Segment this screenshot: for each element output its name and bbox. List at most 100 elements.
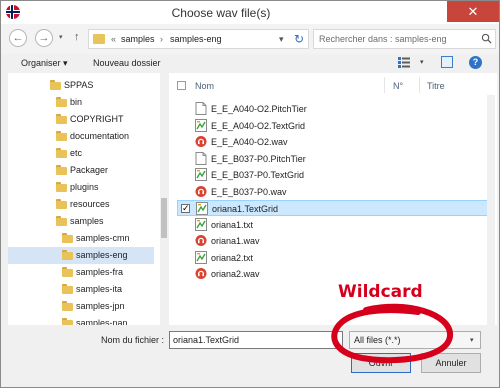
tree-item-label: resources xyxy=(70,199,110,209)
column-label: Nom xyxy=(195,81,215,91)
file-row[interactable]: E_E_B037-P0.wav xyxy=(177,184,495,200)
folder-icon xyxy=(62,318,73,325)
folder-icon xyxy=(56,131,67,141)
tree-item-label: etc xyxy=(70,148,83,158)
column-divider[interactable] xyxy=(419,77,420,93)
file-row[interactable]: E_E_A040-O2.TextGrid xyxy=(177,118,495,134)
tree-item-plugins[interactable]: plugins xyxy=(8,179,154,196)
tree-item-samples[interactable]: samples xyxy=(8,213,154,230)
file-name: oriana1.TextGrid xyxy=(212,204,279,214)
tree-item-samples-fra[interactable]: samples-fra xyxy=(8,264,154,281)
scrollbar-thumb[interactable] xyxy=(161,198,167,238)
tree-item-label: samples-fra xyxy=(76,267,124,277)
tree-item-label: samples-jpn xyxy=(76,301,125,311)
column-header-name[interactable]: Nom xyxy=(189,73,384,95)
view-options-icon[interactable] xyxy=(398,57,410,68)
back-button[interactable]: ← xyxy=(9,29,27,47)
filename-field[interactable]: oriana1.TextGrid xyxy=(169,331,343,349)
search-box[interactable]: Rechercher dans : samples-eng xyxy=(313,29,496,49)
breadcrumb-samples-eng[interactable]: samples-eng xyxy=(170,34,222,44)
file-row[interactable]: E_E_B037-P0.PitchTier xyxy=(177,151,495,167)
file-row[interactable]: E_E_B037-P0.TextGrid xyxy=(177,167,495,183)
file-name: E_E_B037-P0.wav xyxy=(211,186,287,197)
file-name: oriana2.wav xyxy=(211,269,260,279)
preview-pane-icon[interactable] xyxy=(441,56,453,68)
folder-icon xyxy=(50,80,61,90)
breadcrumb-separator: › xyxy=(160,34,163,44)
tree-item-label: Packager xyxy=(70,165,109,175)
textgrid-file-icon xyxy=(195,250,207,264)
folder-icon xyxy=(62,284,73,294)
tree-item-label: samples xyxy=(70,216,104,226)
title-bar: Choose wav file(s) ✕ xyxy=(1,1,499,24)
tree-item-etc[interactable]: etc xyxy=(8,145,154,162)
chevron-down-icon: ▾ xyxy=(470,337,474,344)
tree-item-label: SPPAS xyxy=(64,80,94,90)
refresh-icon[interactable]: ↻ xyxy=(294,32,304,46)
tree-scrollbar[interactable] xyxy=(160,73,168,325)
column-label: N° xyxy=(393,81,404,91)
file-name: oriana1.wav xyxy=(211,236,260,246)
file-row[interactable]: oriana2.wav xyxy=(177,266,495,282)
tree-item-samples-cmn[interactable]: samples-cmn xyxy=(8,230,154,247)
file-checkbox[interactable]: ✓ xyxy=(181,204,190,213)
folder-icon xyxy=(56,97,67,107)
list-scrollbar[interactable] xyxy=(487,95,495,325)
search-icon[interactable] xyxy=(481,33,492,44)
audio-file-icon xyxy=(195,135,207,148)
history-dropdown-icon[interactable]: ▾ xyxy=(59,33,63,41)
view-dropdown-icon[interactable]: ▾ xyxy=(420,58,424,66)
column-header-title[interactable]: Titre xyxy=(421,73,481,95)
forward-button[interactable]: → xyxy=(35,29,53,47)
tree-item-label: samples-cmn xyxy=(76,233,130,243)
textgrid-file-icon xyxy=(195,168,207,181)
tree-item-documentation[interactable]: documentation xyxy=(8,128,154,145)
audio-file-icon xyxy=(195,185,207,198)
tree-item-copyright[interactable]: COPYRIGHT xyxy=(8,111,154,128)
textgrid-file-icon xyxy=(196,202,208,215)
file-row[interactable]: E_E_A040-O2.PitchTier xyxy=(177,101,495,117)
tree-item-samples-jpn[interactable]: samples-jpn xyxy=(8,298,154,315)
wildcard-circle-annotation xyxy=(331,303,453,364)
file-row[interactable]: E_E_A040-O2.wav xyxy=(177,134,495,150)
tree-item-resources[interactable]: resources xyxy=(8,196,154,213)
tree-item-packager[interactable]: Packager xyxy=(8,162,154,179)
new-folder-button[interactable]: Nouveau dossier xyxy=(93,58,161,68)
file-row[interactable]: ✓ oriana1.TextGrid xyxy=(177,200,495,216)
address-bar[interactable]: « samples › samples-eng ▾ ↻ xyxy=(88,29,309,49)
help-icon[interactable]: ? xyxy=(469,56,482,69)
tree-item-samples-ita[interactable]: samples-ita xyxy=(8,281,154,298)
tree-item-label: samples-eng xyxy=(76,250,128,260)
column-divider[interactable] xyxy=(384,77,385,93)
file-row[interactable]: oriana2.txt xyxy=(177,250,495,266)
folder-icon xyxy=(62,233,73,243)
file-name: oriana1.txt xyxy=(211,219,254,230)
filename-input[interactable]: oriana1.TextGrid xyxy=(173,335,239,345)
search-input[interactable]: Rechercher dans : samples-eng xyxy=(319,34,447,44)
address-dropdown-icon[interactable]: ▾ xyxy=(279,34,284,45)
column-header-number[interactable]: N° xyxy=(387,73,421,95)
file-name: E_E_B037-P0.TextGrid xyxy=(211,170,305,180)
file-name: E_E_A040-O2.PitchTier xyxy=(211,104,307,114)
tree-item-bin[interactable]: bin xyxy=(8,94,154,111)
textgrid-file-icon xyxy=(195,217,207,231)
folder-icon xyxy=(56,148,67,158)
breadcrumb-samples[interactable]: samples xyxy=(121,34,155,44)
tree-item-samples-nan[interactable]: samples-nan xyxy=(8,315,154,325)
tree-item-sppas[interactable]: SPPAS xyxy=(8,77,154,94)
folder-icon xyxy=(93,34,105,44)
command-toolbar: Organiser ▾ Nouveau dossier ▾ ? xyxy=(1,54,499,73)
tree-item-label: samples-nan xyxy=(76,318,128,325)
file-row[interactable]: oriana1.wav xyxy=(177,233,495,249)
organize-button[interactable]: Organiser ▾ xyxy=(21,58,68,69)
audio-file-icon xyxy=(195,267,207,280)
tree-item-samples-eng[interactable]: samples-eng xyxy=(8,247,154,264)
breadcrumb-overflow[interactable]: « xyxy=(111,34,116,44)
folder-icon xyxy=(62,267,73,277)
select-all-checkbox[interactable] xyxy=(177,81,186,90)
close-button[interactable]: ✕ xyxy=(447,1,499,22)
folder-icon xyxy=(56,165,67,175)
file-row[interactable]: oriana1.txt xyxy=(177,217,495,233)
up-folder-button[interactable]: ↑ xyxy=(74,31,80,43)
tree-item-label: bin xyxy=(70,97,83,107)
